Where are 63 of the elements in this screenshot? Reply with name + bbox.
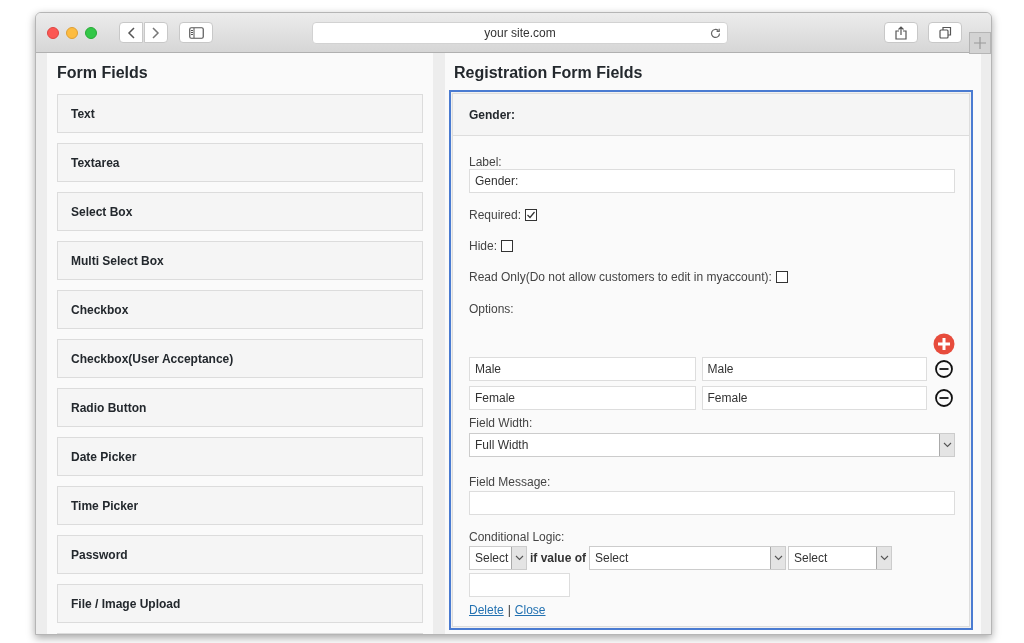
dropdown[interactable]: Select bbox=[589, 546, 786, 570]
forward-button[interactable] bbox=[144, 22, 168, 43]
field-caption: Options: bbox=[469, 301, 515, 316]
field-type-item[interactable]: Time Picker bbox=[57, 486, 423, 525]
remove-option-icon[interactable] bbox=[935, 360, 953, 378]
field-type-item[interactable]: Text bbox=[57, 94, 423, 133]
add-option-icon[interactable] bbox=[933, 333, 955, 355]
text-field[interactable]: Female bbox=[469, 386, 696, 410]
field-type-item[interactable]: File / Image Upload bbox=[57, 584, 423, 623]
back-button[interactable] bbox=[119, 22, 143, 43]
field-type-item[interactable]: Radio Button bbox=[57, 388, 423, 427]
checkbox-label: Hide: bbox=[469, 238, 497, 255]
url-text: your site.com bbox=[484, 24, 556, 42]
checkbox[interactable] bbox=[525, 209, 538, 221]
field-caption: Label: bbox=[469, 154, 503, 169]
sidebar-button[interactable] bbox=[179, 22, 213, 43]
dropdown-caret-icon bbox=[876, 547, 891, 569]
text-field[interactable]: Female bbox=[701, 386, 927, 410]
text-field[interactable] bbox=[469, 491, 955, 515]
checkbox[interactable] bbox=[501, 240, 513, 252]
text-field[interactable] bbox=[469, 573, 570, 597]
field-type-item[interactable]: Checkbox(User Acceptance) bbox=[57, 339, 423, 378]
connector-text: if value of bbox=[529, 550, 587, 567]
remove-option-icon[interactable] bbox=[935, 389, 953, 407]
dropdown-caret-icon bbox=[511, 547, 526, 569]
dropdown[interactable]: Select bbox=[469, 546, 527, 570]
field-type-item[interactable]: Textarea bbox=[57, 143, 423, 182]
reload-icon[interactable] bbox=[710, 27, 721, 39]
field-type-item[interactable]: Password bbox=[57, 535, 423, 574]
checkbox-label: Read Only(Do not allow customers to edit in myaccount): bbox=[469, 269, 772, 286]
share-button[interactable] bbox=[884, 22, 918, 43]
field-caption: Field Message: bbox=[469, 474, 552, 489]
field-type-item[interactable]: Checkbox bbox=[57, 290, 423, 329]
field-caption: Field Width: bbox=[469, 415, 534, 430]
checkbox[interactable] bbox=[775, 271, 788, 283]
address-bar[interactable]: your site.com bbox=[312, 21, 728, 44]
text-field[interactable]: Male bbox=[469, 357, 696, 381]
text-field[interactable]: Gender: bbox=[469, 169, 955, 193]
panel-title: Registration Form Fields bbox=[453, 63, 644, 83]
sidebar-icon bbox=[188, 26, 204, 39]
panel-title: Form Fields bbox=[57, 63, 149, 83]
close-window-icon[interactable] bbox=[47, 26, 59, 39]
field-type-item[interactable]: Multi Select Box bbox=[57, 241, 423, 280]
checkbox-label: Required: bbox=[469, 207, 522, 224]
tabs-button[interactable] bbox=[928, 22, 962, 43]
field-caption: Conditional Logic: bbox=[469, 529, 566, 544]
chevron-left-icon bbox=[127, 26, 135, 39]
tabs-icon bbox=[938, 26, 952, 39]
dropdown[interactable]: Full Width bbox=[469, 433, 955, 457]
link-separator: | bbox=[507, 602, 511, 619]
action-link[interactable]: Delete bbox=[469, 601, 504, 619]
dropdown[interactable]: Select bbox=[788, 546, 892, 570]
field-type-item[interactable]: Select Box bbox=[57, 192, 423, 231]
share-icon bbox=[895, 25, 907, 40]
zoom-window-icon[interactable] bbox=[85, 26, 97, 39]
dropdown-caret-icon bbox=[939, 434, 954, 456]
field-type-item[interactable]: Date Picker bbox=[57, 437, 423, 476]
plus-icon bbox=[974, 37, 986, 49]
field-header: Gender: bbox=[469, 106, 515, 124]
text-field[interactable]: Male bbox=[701, 357, 927, 381]
dropdown-caret-icon bbox=[770, 547, 785, 569]
action-link[interactable]: Close bbox=[514, 601, 546, 619]
chevron-right-icon bbox=[152, 26, 160, 39]
